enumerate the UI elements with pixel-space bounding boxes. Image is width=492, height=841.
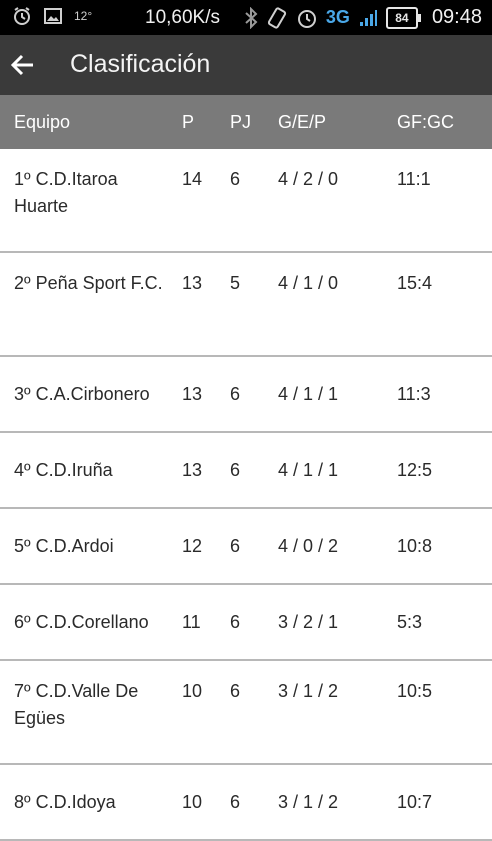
points: 11: [182, 612, 201, 632]
rotate-icon: [266, 6, 288, 29]
played: 5: [230, 273, 241, 293]
clock: 09:48: [431, 6, 482, 28]
table-row[interactable]: 7º C.D.Valle De Egües 10 6 3 / 1 / 2 10:…: [0, 661, 492, 765]
team-name: 4º C.D.Iruña: [14, 460, 113, 480]
status-left: 12°: [12, 6, 92, 26]
played: 6: [230, 681, 241, 701]
wins-draws-losses: 3 / 1 / 2: [278, 792, 339, 812]
points: 13: [182, 273, 203, 293]
played: 6: [230, 612, 241, 632]
header-gep: G/E/P: [278, 112, 327, 132]
table-row[interactable]: 6º C.D.Corellano 11 6 3 / 2 / 1 5:3: [0, 585, 492, 661]
table-row[interactable]: 8º C.D.Idoya 10 6 3 / 1 / 2 10:7: [0, 765, 492, 841]
alarm-icon: [12, 6, 32, 26]
goals: 10:5: [397, 681, 433, 701]
wins-draws-losses: 3 / 1 / 2: [278, 681, 339, 701]
team-name: 8º C.D.Idoya: [14, 792, 116, 812]
played: 6: [230, 384, 241, 404]
table-row[interactable]: 1º C.D.Itaroa Huarte 14 6 4 / 2 / 0 11:1: [0, 149, 492, 253]
status-bar: 12° 10,60K/s 3G 84 09:48: [0, 0, 492, 35]
status-right: 3G 84 09:48: [244, 6, 482, 29]
table-row[interactable]: 4º C.D.Iruña 13 6 4 / 1 / 1 12:5: [0, 433, 492, 509]
table-row[interactable]: 3º C.A.Cirbonero 13 6 4 / 1 / 1 11:3: [0, 357, 492, 433]
wins-draws-losses: 3 / 2 / 1: [278, 612, 339, 632]
points: 10: [182, 681, 203, 701]
header-equipo: Equipo: [14, 112, 71, 132]
points: 10: [182, 792, 203, 812]
battery-indicator: 84: [385, 6, 421, 29]
network-speed: 10,60K/s: [145, 7, 220, 28]
team-name: 1º C.D.Itaroa Huarte: [14, 169, 118, 216]
wins-draws-losses: 4 / 1 / 1: [278, 460, 339, 480]
goals: 10:8: [397, 536, 433, 556]
image-icon: [44, 7, 62, 25]
bluetooth-icon: [244, 6, 258, 29]
header-pj: PJ: [230, 112, 252, 132]
team-name: 7º C.D.Valle De Egües: [14, 681, 139, 728]
points: 13: [182, 384, 203, 404]
table-header: Equipo P PJ G/E/P GF:GC: [0, 95, 492, 149]
points: 13: [182, 460, 203, 480]
header-gfgc: GF:GC: [397, 112, 454, 132]
wins-draws-losses: 4 / 1 / 1: [278, 384, 339, 404]
alarm-clock-icon: [296, 7, 318, 29]
goals: 15:4: [397, 273, 433, 293]
played: 6: [230, 169, 241, 189]
goals: 11:3: [397, 384, 431, 404]
points: 12: [182, 536, 203, 556]
page-title: Clasificación: [70, 50, 211, 78]
arrow-left-icon[interactable]: [9, 51, 37, 79]
goals: 11:1: [397, 169, 431, 189]
goals: 12:5: [397, 460, 433, 480]
signal-icon: [358, 8, 378, 28]
network-type: 3G: [325, 7, 350, 27]
temperature: 12°: [74, 9, 93, 23]
table-row[interactable]: 2º Peña Sport F.C. 13 5 4 / 1 / 0 15:4: [0, 253, 492, 357]
goals: 5:3: [397, 612, 423, 632]
table-row[interactable]: 5º C.D.Ardoi 12 6 4 / 0 / 2 10:8: [0, 509, 492, 585]
team-name: 2º Peña Sport F.C.: [14, 273, 163, 293]
team-name: 3º C.A.Cirbonero: [14, 384, 150, 404]
header-p: P: [182, 112, 195, 132]
team-name: 5º C.D.Ardoi: [14, 536, 114, 556]
app-bar: Clasificación: [0, 35, 492, 95]
played: 6: [230, 460, 241, 480]
played: 6: [230, 792, 241, 812]
wins-draws-losses: 4 / 0 / 2: [278, 536, 339, 556]
played: 6: [230, 536, 241, 556]
wins-draws-losses: 4 / 1 / 0: [278, 273, 339, 293]
goals: 10:7: [397, 792, 433, 812]
wins-draws-losses: 4 / 2 / 0: [278, 169, 339, 189]
standings-list: 1º C.D.Itaroa Huarte 14 6 4 / 2 / 0 11:1…: [0, 149, 492, 841]
points: 14: [182, 169, 203, 189]
team-name: 6º C.D.Corellano: [14, 612, 149, 632]
